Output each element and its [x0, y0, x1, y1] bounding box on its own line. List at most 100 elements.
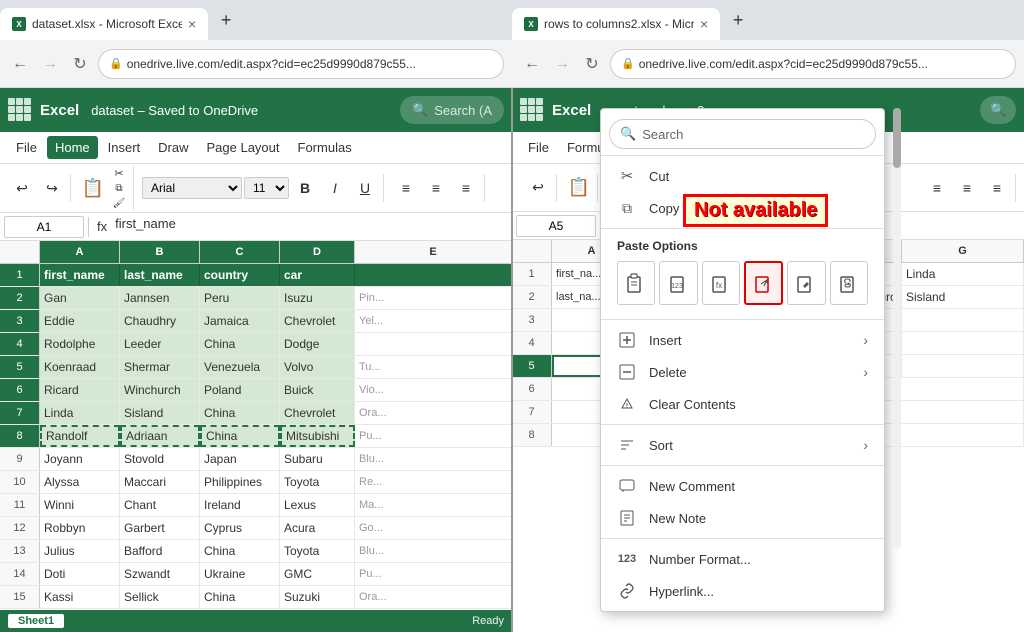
cell-C3[interactable]: Jamaica: [200, 310, 280, 332]
cell-rG1[interactable]: Linda: [902, 263, 1024, 285]
url-bar-left[interactable]: 🔒 onedrive.live.com/edit.aspx?cid=ec25d9…: [98, 49, 504, 79]
cell-D2[interactable]: Isuzu: [280, 287, 355, 309]
ctx-item-cut[interactable]: ✂ Cut: [601, 160, 884, 192]
italic-button[interactable]: I: [321, 174, 349, 202]
menu-file-right[interactable]: File: [520, 136, 557, 159]
ctx-item-new-note[interactable]: New Note: [601, 502, 884, 534]
cell-E7[interactable]: Ora...: [355, 402, 512, 424]
cell-D1[interactable]: car: [280, 264, 355, 286]
ctx-item-clear-contents[interactable]: Clear Contents: [601, 388, 884, 420]
cell-D10[interactable]: Toyota: [280, 471, 355, 493]
paste-icon-link[interactable]: [830, 261, 868, 305]
cell-B13[interactable]: Bafford: [120, 540, 200, 562]
cell-C1[interactable]: country: [200, 264, 280, 286]
paste-button-right[interactable]: 📋: [565, 174, 593, 202]
cell-D6[interactable]: Buick: [280, 379, 355, 401]
cell-E13[interactable]: Blu...: [355, 540, 512, 562]
waffle-icon-left[interactable]: [8, 98, 32, 122]
cell-E12[interactable]: Go...: [355, 517, 512, 539]
cell-A3[interactable]: Eddie: [40, 310, 120, 332]
cell-E6[interactable]: Vio...: [355, 379, 512, 401]
cell-B4[interactable]: Leeder: [120, 333, 200, 355]
menu-draw-left[interactable]: Draw: [150, 136, 196, 159]
cell-E11[interactable]: Ma...: [355, 494, 512, 516]
tab-close-left[interactable]: ×: [188, 16, 196, 32]
cell-B15[interactable]: Sellick: [120, 586, 200, 608]
cell-D12[interactable]: Acura: [280, 517, 355, 539]
align-left-right[interactable]: ≡: [923, 174, 951, 202]
cell-E4[interactable]: [355, 333, 512, 355]
cell-ref-input-right[interactable]: [516, 215, 596, 237]
cell-B14[interactable]: Szwandt: [120, 563, 200, 585]
font-family-select[interactable]: Arial: [142, 177, 242, 199]
waffle-icon-right[interactable]: [520, 98, 544, 122]
col-header-C[interactable]: C: [200, 241, 280, 263]
cell-A11[interactable]: Winni: [40, 494, 120, 516]
cell-C8[interactable]: China: [200, 425, 280, 447]
cell-E15[interactable]: Ora...: [355, 586, 512, 608]
cell-B2[interactable]: Jannsen: [120, 287, 200, 309]
col-header-A[interactable]: A: [40, 241, 120, 263]
align-center-right[interactable]: ≡: [953, 174, 981, 202]
cell-A13[interactable]: Julius: [40, 540, 120, 562]
menu-home-left[interactable]: Home: [47, 136, 98, 159]
cell-B7[interactable]: Sisland: [120, 402, 200, 424]
ctx-item-sort[interactable]: Sort ›: [601, 429, 884, 461]
undo-button[interactable]: ↩: [8, 174, 36, 202]
cell-D14[interactable]: GMC: [280, 563, 355, 585]
cell-D3[interactable]: Chevrolet: [280, 310, 355, 332]
cell-C12[interactable]: Cyprus: [200, 517, 280, 539]
ctx-item-number-format[interactable]: 123 Number Format...: [601, 543, 884, 575]
col-header-B[interactable]: B: [120, 241, 200, 263]
cell-C15[interactable]: China: [200, 586, 280, 608]
refresh-button-left[interactable]: ↻: [68, 52, 92, 76]
cell-C7[interactable]: China: [200, 402, 280, 424]
cell-D9[interactable]: Subaru: [280, 448, 355, 470]
cell-B10[interactable]: Maccari: [120, 471, 200, 493]
cell-D4[interactable]: Dodge: [280, 333, 355, 355]
cell-E2[interactable]: Pin...: [355, 287, 512, 309]
ctx-item-new-comment[interactable]: New Comment: [601, 470, 884, 502]
cell-B9[interactable]: Stovold: [120, 448, 200, 470]
tab-left[interactable]: X dataset.xlsx - Microsoft Excel On... ×: [0, 8, 208, 40]
forward-button-right[interactable]: →: [550, 52, 574, 76]
cell-A14[interactable]: Doti: [40, 563, 120, 585]
paste-button[interactable]: 📋: [79, 174, 107, 202]
back-button-left[interactable]: ←: [8, 52, 32, 76]
align-left-button[interactable]: ≡: [392, 174, 420, 202]
cell-rG3[interactable]: [902, 309, 1024, 331]
cell-A1[interactable]: first_name: [40, 264, 120, 286]
ribbon-search-left[interactable]: 🔍 Search (A: [400, 96, 504, 124]
cell-B6[interactable]: Winchurch: [120, 379, 200, 401]
cell-A9[interactable]: Joyann: [40, 448, 120, 470]
cell-A5[interactable]: Koenraad: [40, 356, 120, 378]
align-center-button[interactable]: ≡: [422, 174, 450, 202]
cell-A6[interactable]: Ricard: [40, 379, 120, 401]
paste-icon-values[interactable]: 123: [659, 261, 697, 305]
sheet-tab-left[interactable]: Sheet1: [8, 614, 64, 628]
bold-button[interactable]: B: [291, 174, 319, 202]
cell-C13[interactable]: China: [200, 540, 280, 562]
underline-button[interactable]: U: [351, 174, 379, 202]
cell-E8[interactable]: Pu...: [355, 425, 512, 447]
col-header-G-right[interactable]: G: [902, 240, 1024, 262]
cell-B12[interactable]: Garbert: [120, 517, 200, 539]
cell-A10[interactable]: Alyssa: [40, 471, 120, 493]
cell-D11[interactable]: Lexus: [280, 494, 355, 516]
font-size-select[interactable]: 11: [244, 177, 289, 199]
url-bar-right[interactable]: 🔒 onedrive.live.com/edit.aspx?cid=ec25d9…: [610, 49, 1016, 79]
cell-A2[interactable]: Gan: [40, 287, 120, 309]
cell-D5[interactable]: Volvo: [280, 356, 355, 378]
cell-C9[interactable]: Japan: [200, 448, 280, 470]
menu-file-left[interactable]: File: [8, 136, 45, 159]
paste-icon-regular[interactable]: [617, 261, 655, 305]
new-tab-button-left[interactable]: +: [212, 6, 240, 34]
refresh-button-right[interactable]: ↻: [580, 52, 604, 76]
cell-D13[interactable]: Toyota: [280, 540, 355, 562]
menu-insert-left[interactable]: Insert: [100, 136, 149, 159]
cell-rG2[interactable]: Sisland: [902, 286, 1024, 308]
forward-button-left[interactable]: →: [38, 52, 62, 76]
cell-D8[interactable]: Mitsubishi: [280, 425, 355, 447]
redo-button[interactable]: ↪: [38, 174, 66, 202]
scrollbar-thumb[interactable]: [893, 108, 901, 168]
